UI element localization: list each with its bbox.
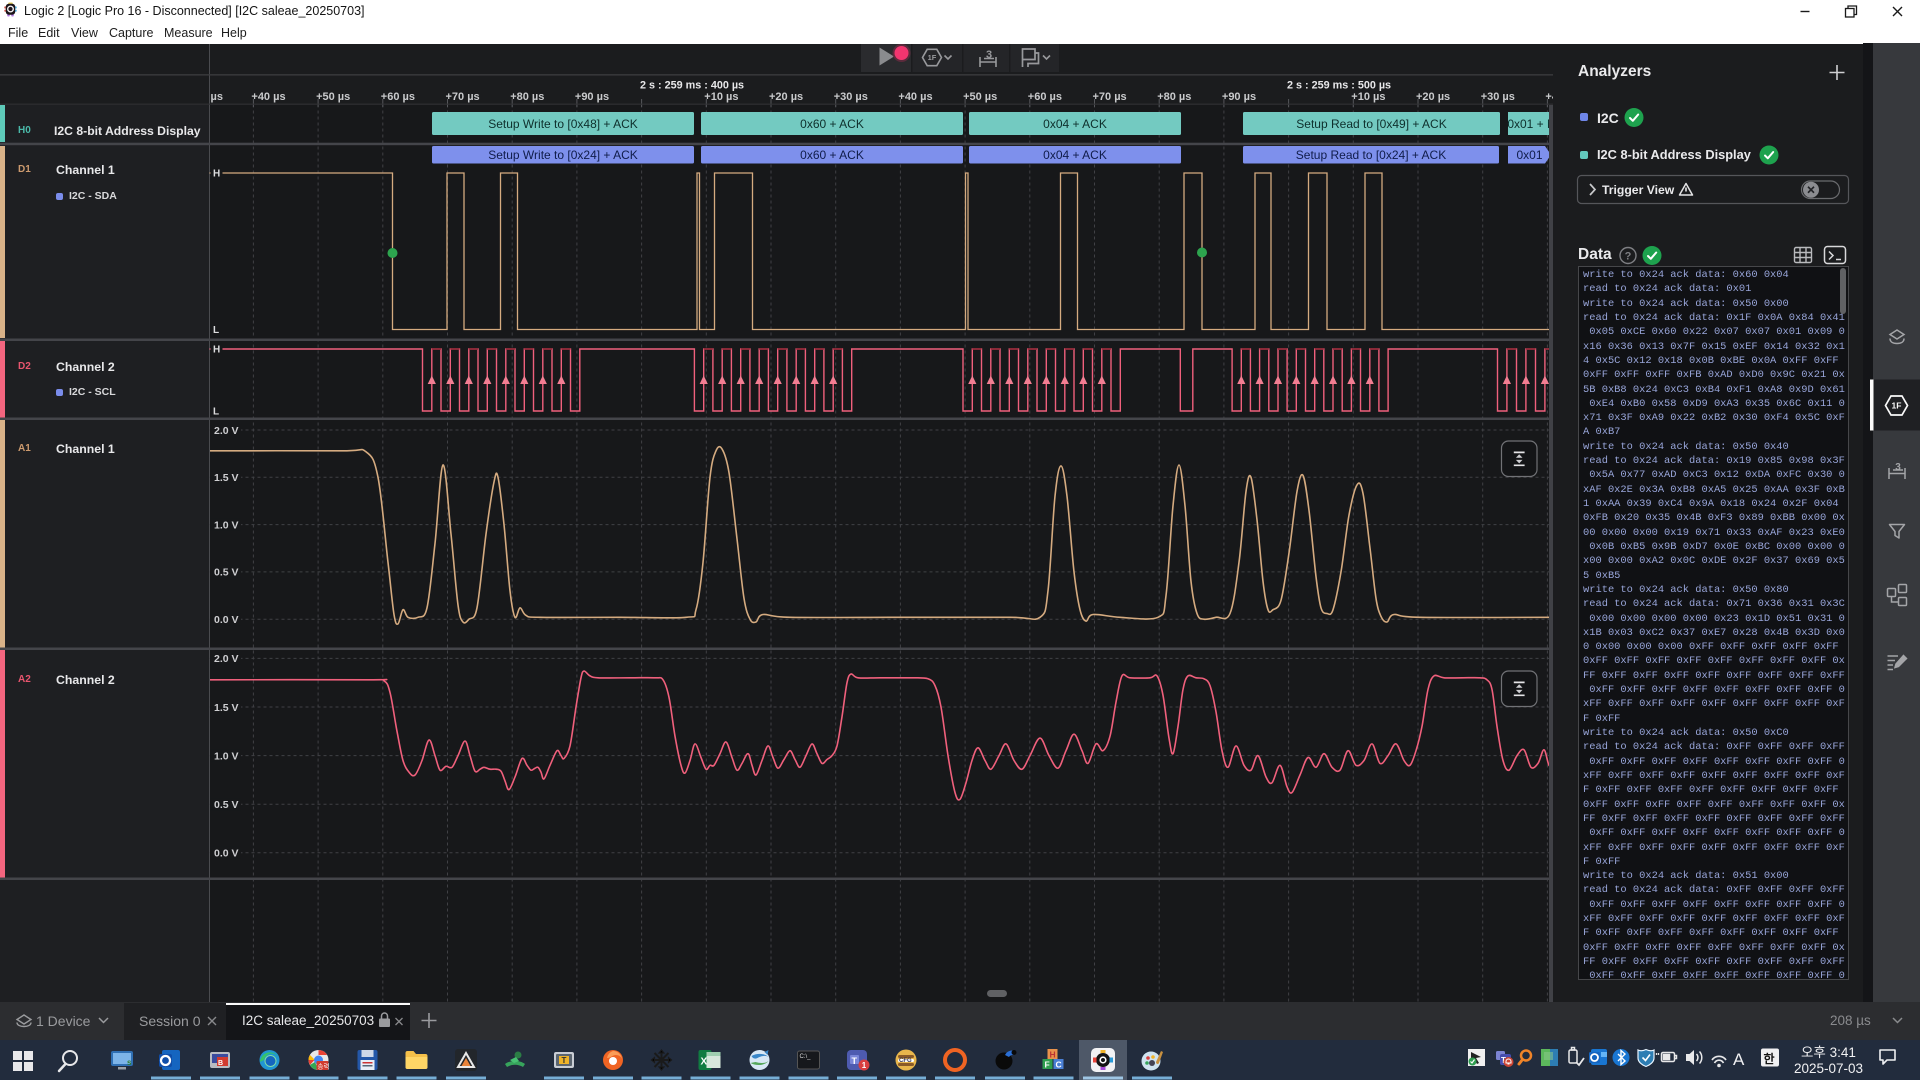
- svg-text:C: C: [1056, 1060, 1062, 1070]
- svg-text:T: T: [852, 1056, 858, 1066]
- svg-text:CFG: CFG: [899, 1058, 912, 1064]
- svg-text:한: 한: [1764, 1051, 1775, 1066]
- svg-text:H: H: [1050, 1050, 1056, 1060]
- svg-text:B: B: [218, 1060, 223, 1067]
- svg-text:송력: 송력: [318, 1063, 330, 1071]
- svg-text:A: A: [1733, 1050, 1745, 1069]
- svg-text:X: X: [701, 1057, 708, 1068]
- svg-text:C:\_: C:\_: [800, 1054, 812, 1060]
- svg-text:1: 1: [862, 1061, 867, 1070]
- svg-text:s: s: [127, 1058, 132, 1067]
- svg-text:F: F: [1045, 1060, 1050, 1070]
- svg-text:T: T: [562, 1056, 567, 1065]
